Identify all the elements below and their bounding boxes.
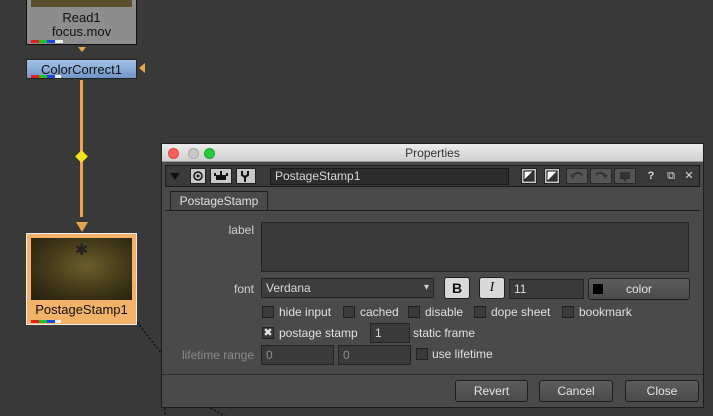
cached-label: cached — [360, 305, 399, 319]
postagestamp-node-name: PostageStamp1 — [35, 302, 128, 317]
revert-icon[interactable] — [614, 168, 636, 184]
font-size-field[interactable]: 11 — [509, 279, 584, 299]
properties-titlebar[interactable]: Properties — [162, 144, 703, 162]
revert-button[interactable]: Revert — [455, 380, 528, 402]
read-output-arrow-icon — [78, 47, 86, 52]
disable-label: disable — [425, 305, 464, 319]
properties-toolbar: PostageStamp1 ? ⧉ ✕ — [165, 165, 700, 187]
help-icon[interactable]: ? — [644, 168, 658, 184]
label-textarea[interactable] — [261, 222, 689, 272]
triangle-down-icon[interactable] — [168, 168, 182, 184]
wire-dot-handle[interactable] — [75, 150, 88, 163]
bookmark-checkbox[interactable] — [562, 306, 574, 318]
lifetime-start-field[interactable]: 0 — [261, 345, 334, 365]
blue-channel-indicator — [47, 75, 55, 78]
close-button[interactable]: Close — [625, 380, 699, 402]
wrench-icon[interactable] — [236, 168, 256, 184]
hide-input-checkbox[interactable] — [262, 306, 274, 318]
font-knob-label: font — [233, 282, 254, 296]
tab-postagestamp[interactable]: PostageStamp — [170, 191, 268, 211]
alpha-channel-indicator — [55, 320, 61, 323]
dope-sheet-checkbox[interactable] — [474, 306, 486, 318]
node-icon[interactable] — [210, 168, 232, 184]
lifetime-end-field[interactable]: 0 — [338, 345, 411, 365]
font-color-label: color — [625, 282, 652, 296]
close-panel-icon[interactable]: ✕ — [682, 168, 696, 184]
window-title: Properties — [405, 146, 460, 160]
color-swatch-icon[interactable] — [544, 168, 560, 184]
italic-button[interactable]: I — [479, 277, 505, 299]
bookmark-label: bookmark — [579, 305, 632, 319]
font-select-value: Verdana — [266, 281, 311, 295]
green-channel-indicator — [39, 320, 47, 323]
lifetime-range-label: lifetime range — [181, 348, 254, 362]
label-knob-label: label — [228, 223, 254, 237]
red-channel-indicator — [31, 75, 39, 78]
properties-window: Properties PostageStamp1 ? ⧉ ✕ PostageSt… — [161, 143, 704, 408]
static-frame-label: static frame — [413, 326, 476, 340]
red-channel-indicator — [31, 320, 39, 323]
read-node[interactable]: Read1 focus.mov — [26, 0, 137, 45]
mask-input-arrow-icon[interactable] — [139, 63, 145, 73]
color-swatch-icon — [593, 284, 603, 294]
undo-icon[interactable] — [566, 168, 588, 184]
read-node-file: focus.mov — [51, 24, 112, 39]
color-swatch-icon[interactable] — [521, 168, 537, 184]
alpha-channel-indicator — [55, 75, 61, 78]
red-channel-indicator — [31, 40, 39, 43]
input-arrow-icon — [76, 222, 88, 232]
redo-icon[interactable] — [590, 168, 612, 184]
node-name-field[interactable]: PostageStamp1 — [270, 168, 509, 185]
read-thumbnail — [31, 0, 132, 7]
postage-stamp-label: postage stamp — [279, 326, 358, 340]
postage-stamp-checkbox[interactable]: ✖ — [262, 327, 274, 339]
font-color-button[interactable]: color — [588, 278, 690, 300]
hide-input-label: hide input — [279, 305, 332, 319]
float-panel-icon[interactable]: ⧉ — [664, 168, 678, 184]
green-channel-indicator — [39, 40, 47, 43]
font-select[interactable]: Verdana ▾ — [261, 278, 434, 298]
disable-checkbox[interactable] — [408, 306, 420, 318]
blue-channel-indicator — [47, 40, 55, 43]
read-node-name: Read1 — [62, 10, 101, 25]
blue-channel-indicator — [47, 320, 55, 323]
alpha-channel-indicator — [55, 40, 63, 43]
circle-icon[interactable] — [190, 168, 206, 184]
static-frame-field[interactable]: 1 — [370, 323, 410, 343]
colorcorrect-node[interactable]: ColorCorrect1 — [26, 59, 137, 79]
cancel-button[interactable]: Cancel — [539, 380, 613, 402]
postagestamp-node[interactable]: ✱ PostageStamp1 — [26, 233, 137, 325]
cached-checkbox[interactable] — [343, 306, 355, 318]
footer-divider — [162, 374, 703, 375]
postagestamp-thumbnail: ✱ — [31, 238, 132, 300]
use-lifetime-checkbox[interactable] — [416, 348, 428, 360]
tab-divider — [165, 210, 700, 211]
chevron-down-icon: ▾ — [423, 282, 429, 293]
connection-wire[interactable] — [80, 80, 83, 217]
dope-sheet-label: dope sheet — [491, 305, 551, 319]
green-channel-indicator — [39, 75, 47, 78]
use-lifetime-label: use lifetime — [432, 347, 493, 361]
bold-button[interactable]: B — [444, 277, 470, 299]
